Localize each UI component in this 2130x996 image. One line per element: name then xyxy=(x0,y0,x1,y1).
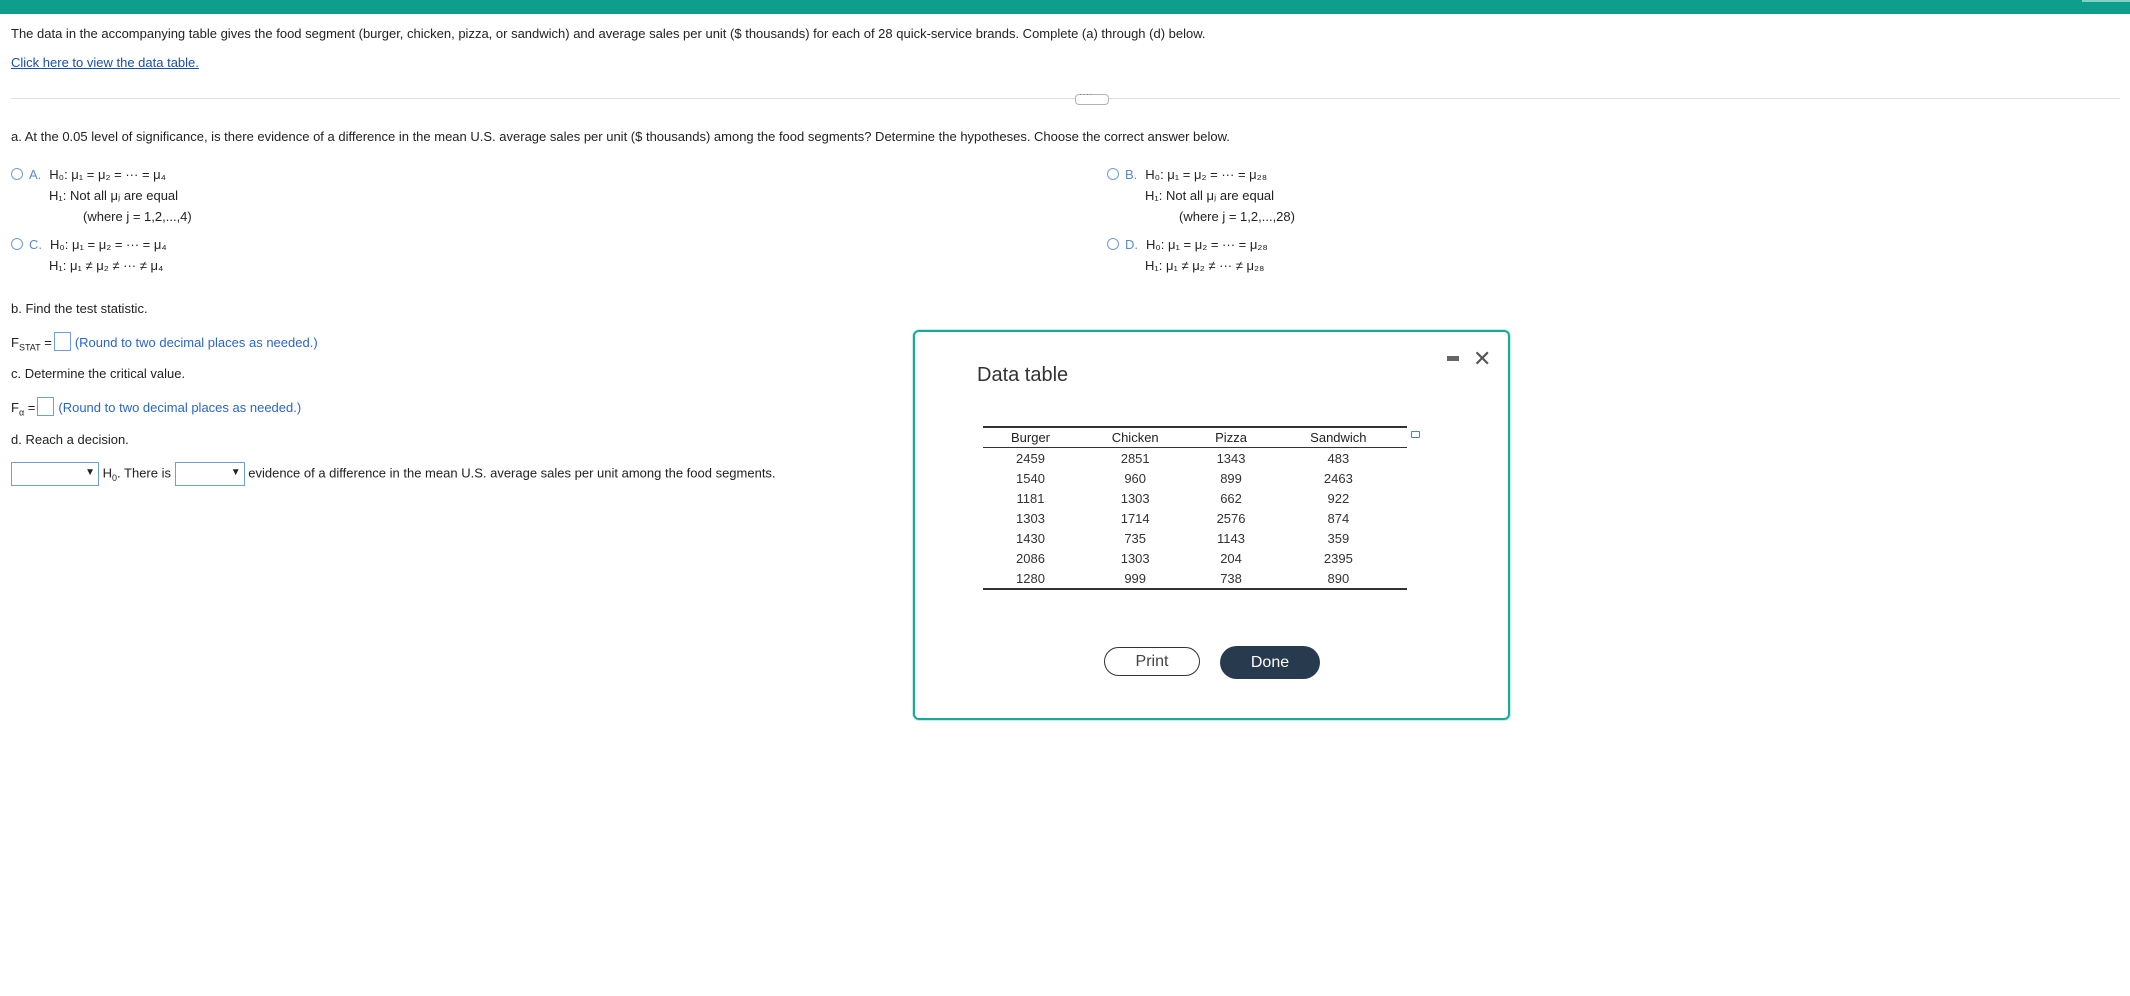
table-cell: 2086 xyxy=(1016,550,1045,566)
top-bar-accent xyxy=(2082,0,2130,2)
table-expand-icon[interactable] xyxy=(1411,431,1420,438)
data-table: Burger Chicken Pizza Sandwich 2459 2851 13… xyxy=(983,426,1407,590)
fstat-input[interactable] xyxy=(53,332,71,351)
option-d-h1: H₁: μ₁ ≠ μ₂ ≠ ··· ≠ μ₂₈ xyxy=(1145,258,1265,273)
table-cell: 204 xyxy=(1220,550,1242,566)
option-c-h0: H₀: μ₁ = μ₂ = ··· = μ₄ xyxy=(50,237,167,252)
table-cell: 960 xyxy=(1124,470,1147,486)
fstat-label: F xyxy=(11,335,19,350)
print-button[interactable]: Print xyxy=(1104,647,1200,676)
fstat-hint: (Round to two decimal places as needed.) xyxy=(74,335,318,350)
table-cell: 1714 xyxy=(1120,510,1150,526)
table-cell: 1343 xyxy=(1216,450,1246,466)
fstat-sub: STAT xyxy=(18,342,41,353)
option-b-h0: H₀: μ₁ = μ₂ = ··· = μ₂₈ xyxy=(1145,167,1268,182)
table-cell: 2576 xyxy=(1216,510,1246,526)
table-cell: 1303 xyxy=(1120,490,1150,506)
option-a-letter: A. xyxy=(29,167,42,182)
option-b-note: (where j = 1,2,...,28) xyxy=(1179,209,1295,224)
table-cell: 999 xyxy=(1078,568,1193,590)
falpha-row: Fα = (Round to two decimal places as need… xyxy=(11,397,301,418)
question-c: c. Determine the critical value. xyxy=(11,366,186,381)
table-cell: 2463 xyxy=(1323,470,1353,486)
option-b-h1: H₁: Not all μⱼ are equal xyxy=(1145,188,1275,203)
table-cell: 1181 xyxy=(1016,490,1045,506)
decision-mid: . There is xyxy=(117,465,171,481)
minimize-icon[interactable] xyxy=(1447,356,1459,361)
option-d[interactable]: D. H₀: μ₁ = μ₂ = ··· = μ₂₈ H₁: μ₁ ≠ μ₂ ≠ … xyxy=(1107,234,1268,276)
decision-tail: evidence of a difference in the mean U.S… xyxy=(248,465,776,481)
table-cell: 735 xyxy=(1124,530,1147,546)
modal-title: Data table xyxy=(977,364,1069,386)
option-a[interactable]: A. H₀: μ₁ = μ₂ = ··· = μ₄ H₁: Not all μⱼ … xyxy=(11,164,192,227)
col-header-sandwich: Sandwich xyxy=(1269,426,1407,448)
intro-text: The data in the accompanying table gives… xyxy=(11,26,1206,41)
radio-icon[interactable] xyxy=(1107,238,1119,250)
falpha-input[interactable] xyxy=(37,397,55,416)
falpha-eq: = xyxy=(27,400,36,415)
falpha-sub: α xyxy=(18,407,25,418)
table-cell: 1303 xyxy=(1120,550,1150,566)
table-row: 1430 735 1143 359 xyxy=(983,528,1407,548)
table-row: 1181 1303 662 922 xyxy=(983,488,1407,508)
option-b-letter: B. xyxy=(1125,167,1138,182)
option-c-letter: C. xyxy=(29,237,42,252)
col-header-burger: Burger xyxy=(983,426,1079,448)
option-b[interactable]: B. H₀: μ₁ = μ₂ = ··· = μ₂₈ H₁: Not all μⱼ… xyxy=(1107,164,1295,227)
data-table-link[interactable]: Click here to view the data table. xyxy=(11,55,199,70)
table-cell: 483 xyxy=(1327,450,1350,466)
table-cell: 922 xyxy=(1327,490,1350,506)
option-d-h0: H₀: μ₁ = μ₂ = ··· = μ₂₈ xyxy=(1146,237,1268,252)
evidence-dropdown[interactable]: ▼ xyxy=(174,462,245,486)
dropdown-arrow-icon: ▼ xyxy=(85,467,95,478)
table-row: 1303 1714 2576 874 xyxy=(983,508,1407,528)
table-cell: 874 xyxy=(1327,510,1350,526)
done-button[interactable]: Done xyxy=(1220,646,1320,679)
dropdown-arrow-icon: ▼ xyxy=(230,467,241,478)
option-a-h1: H₁: Not all μⱼ are equal xyxy=(49,188,179,203)
table-row: 1280 999 738 890 xyxy=(983,568,1407,590)
option-d-letter: D. xyxy=(1125,237,1138,252)
table-row: 2459 2851 1343 483 xyxy=(983,448,1407,469)
falpha-hint: (Round to two decimal places as needed.) xyxy=(58,400,302,415)
table-cell: 2395 xyxy=(1323,550,1353,566)
table-cell: 2459 xyxy=(1016,450,1045,466)
decision-row: ▼ H0. There is ▼ evidence of a differenc… xyxy=(11,462,776,486)
decision-dropdown[interactable]: ▼ xyxy=(11,462,99,486)
table-cell: 738 xyxy=(1192,568,1270,590)
table-row: 2086 1303 204 2395 xyxy=(983,548,1407,568)
option-c-h1: H₁: μ₁ ≠ μ₂ ≠ ··· ≠ μ₄ xyxy=(49,258,164,273)
table-cell: 359 xyxy=(1327,530,1350,546)
table-cell: 899 xyxy=(1220,470,1242,486)
divider xyxy=(11,98,2120,99)
question-b: b. Find the test statistic. xyxy=(11,301,148,316)
table-cell: 1430 xyxy=(1016,530,1045,546)
table-cell: 662 xyxy=(1220,490,1242,506)
table-row: 1540 960 899 2463 xyxy=(983,468,1407,488)
close-icon[interactable]: ✕ xyxy=(1473,346,1491,372)
collapse-handle[interactable] xyxy=(1075,89,1109,105)
option-c[interactable]: C. H₀: μ₁ = μ₂ = ··· = μ₄ H₁: μ₁ ≠ μ₂ ≠ ·… xyxy=(11,234,167,276)
col-header-chicken: Chicken xyxy=(1078,426,1193,448)
fstat-eq: = xyxy=(44,335,52,350)
table-cell: 1303 xyxy=(1016,510,1045,526)
table-cell: 1280 xyxy=(983,568,1079,590)
table-cell: 2851 xyxy=(1120,450,1150,466)
radio-icon[interactable] xyxy=(11,168,23,180)
top-bar xyxy=(0,0,2130,14)
table-cell: 890 xyxy=(1269,568,1407,590)
fstat-row: FSTAT = (Round to two decimal places as n… xyxy=(11,332,318,353)
radio-icon[interactable] xyxy=(1107,168,1119,180)
decision-h0: H xyxy=(102,465,113,481)
data-table-modal: Data table ✕ Burger Chicken Pizza Sandwi… xyxy=(913,330,1510,720)
col-header-pizza: Pizza xyxy=(1192,426,1270,448)
table-cell: 1143 xyxy=(1217,530,1246,546)
question-d: d. Reach a decision. xyxy=(11,432,129,447)
option-a-h0: H₀: μ₁ = μ₂ = ··· = μ₄ xyxy=(49,167,166,182)
falpha-label: F xyxy=(11,400,19,415)
table-cell: 1540 xyxy=(1016,470,1045,486)
question-a: a. At the 0.05 level of significance, is… xyxy=(11,129,1230,144)
option-a-note: (where j = 1,2,...,4) xyxy=(83,209,192,224)
radio-icon[interactable] xyxy=(11,238,23,250)
